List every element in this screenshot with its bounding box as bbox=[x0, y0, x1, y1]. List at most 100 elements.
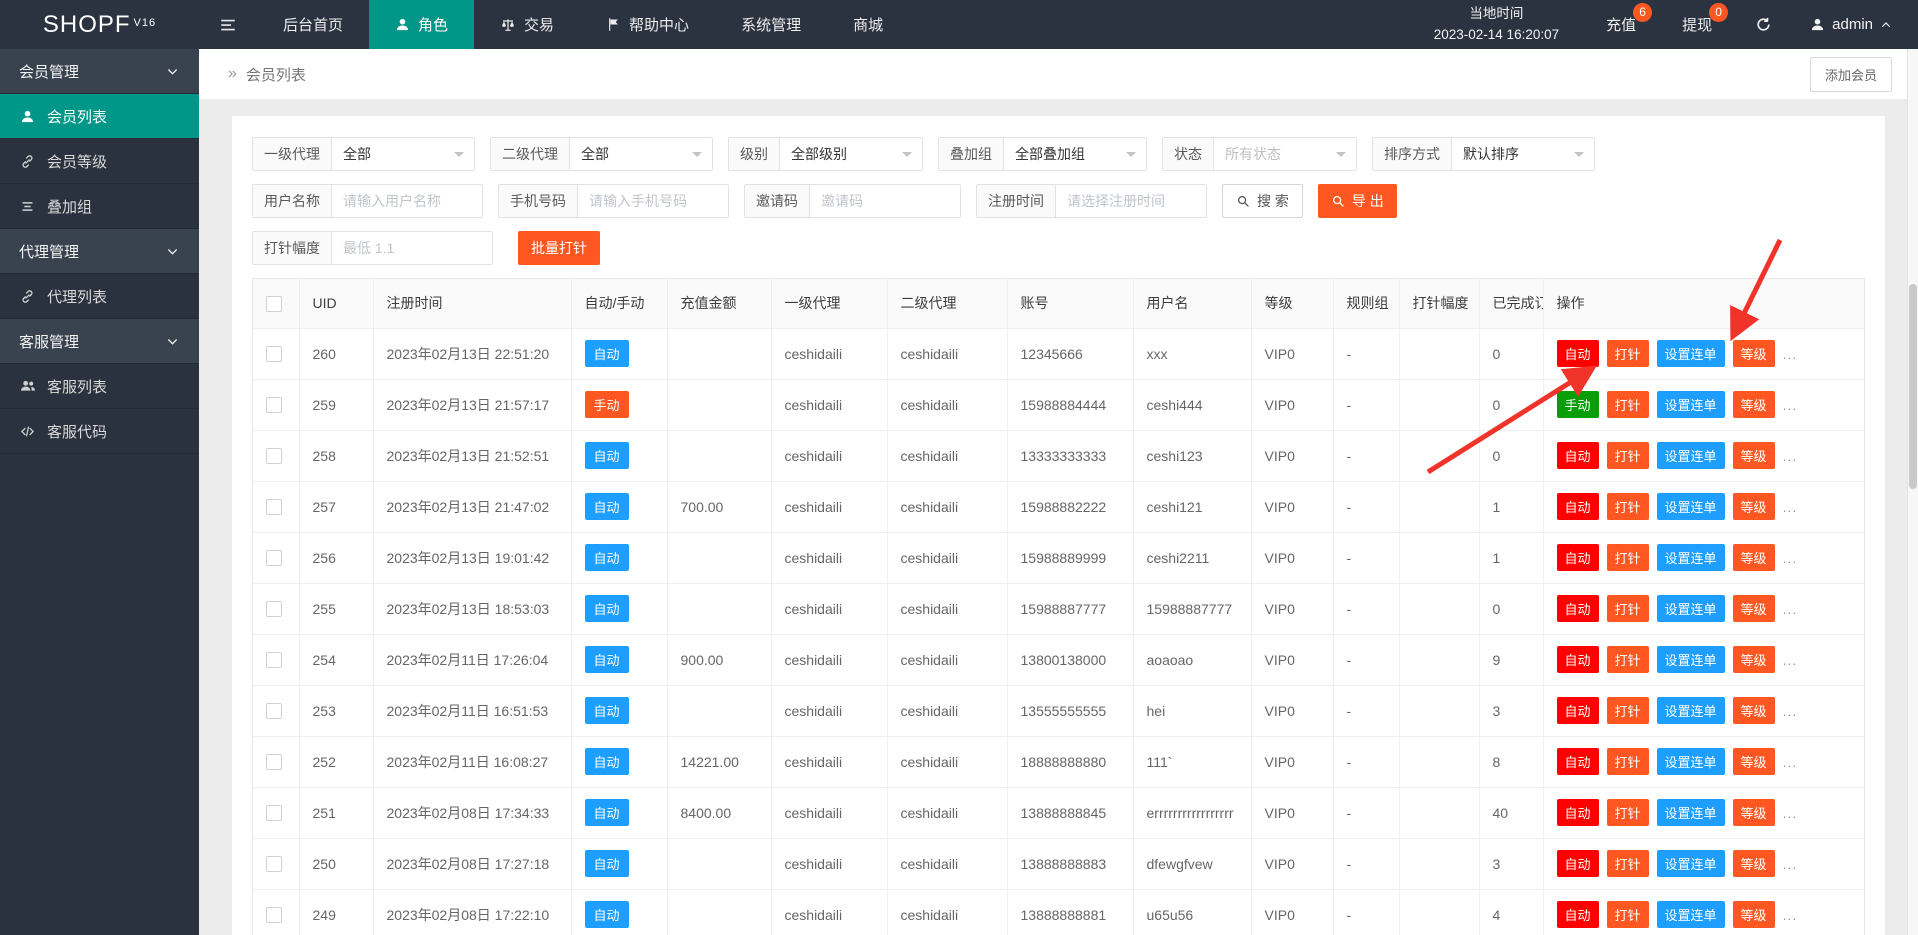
needle-button[interactable]: 打针 bbox=[1607, 442, 1649, 469]
needle-range-input[interactable] bbox=[332, 232, 492, 264]
sidebar-item-agent-list[interactable]: 代理列表 bbox=[0, 274, 199, 319]
batch-needle-button[interactable]: 批量打针 bbox=[518, 231, 600, 265]
set-chain-order-button[interactable]: 设置连单 bbox=[1657, 799, 1725, 826]
user-menu[interactable]: admin bbox=[1792, 0, 1918, 49]
filter-select-value[interactable]: 所有状态 bbox=[1214, 138, 1356, 170]
more-actions-button[interactable]: ... bbox=[1783, 601, 1798, 617]
needle-button[interactable]: 打针 bbox=[1607, 799, 1649, 826]
vertical-scrollbar[interactable] bbox=[1907, 49, 1918, 935]
more-actions-button[interactable]: ... bbox=[1783, 805, 1798, 821]
filter-select-value[interactable]: 全部 bbox=[332, 138, 474, 170]
add-member-button[interactable]: 添加会员 bbox=[1810, 57, 1892, 92]
row-checkbox[interactable] bbox=[266, 346, 282, 362]
needle-button[interactable]: 打针 bbox=[1607, 850, 1649, 877]
row-checkbox[interactable] bbox=[266, 856, 282, 872]
withdraw-button[interactable]: 提现 0 bbox=[1659, 0, 1735, 49]
nav-item-backend-home[interactable]: 后台首页 bbox=[257, 0, 369, 49]
needle-button[interactable]: 打针 bbox=[1607, 391, 1649, 418]
set-chain-order-button[interactable]: 设置连单 bbox=[1657, 340, 1725, 367]
refresh-button[interactable] bbox=[1735, 0, 1792, 49]
level-button[interactable]: 等级 bbox=[1733, 544, 1775, 571]
needle-button[interactable]: 打针 bbox=[1607, 748, 1649, 775]
level-button[interactable]: 等级 bbox=[1733, 748, 1775, 775]
more-actions-button[interactable]: ... bbox=[1783, 550, 1798, 566]
more-actions-button[interactable]: ... bbox=[1783, 397, 1798, 413]
set-chain-order-button[interactable]: 设置连单 bbox=[1657, 901, 1725, 928]
toggle-mode-button[interactable]: 自动 bbox=[1557, 442, 1599, 469]
more-actions-button[interactable]: ... bbox=[1783, 754, 1798, 770]
more-actions-button[interactable]: ... bbox=[1783, 448, 1798, 464]
nav-item-role[interactable]: 角色 bbox=[369, 0, 474, 49]
filter-text-input[interactable] bbox=[578, 185, 728, 217]
sidebar-group-member-management[interactable]: 会员管理 bbox=[0, 49, 199, 94]
toggle-mode-button[interactable]: 自动 bbox=[1557, 799, 1599, 826]
sidebar-item-service-code[interactable]: 客服代码 bbox=[0, 409, 199, 454]
toggle-mode-button[interactable]: 手动 bbox=[1557, 391, 1599, 418]
more-actions-button[interactable]: ... bbox=[1783, 499, 1798, 515]
select-all-checkbox[interactable] bbox=[266, 296, 282, 312]
nav-item-help-center[interactable]: 帮助中心 bbox=[580, 0, 715, 49]
level-button[interactable]: 等级 bbox=[1733, 340, 1775, 367]
level-button[interactable]: 等级 bbox=[1733, 595, 1775, 622]
more-actions-button[interactable]: ... bbox=[1783, 907, 1798, 923]
toggle-mode-button[interactable]: 自动 bbox=[1557, 544, 1599, 571]
filter-select-value[interactable]: 全部级别 bbox=[780, 138, 922, 170]
search-button[interactable]: 搜 索 bbox=[1222, 184, 1303, 218]
needle-button[interactable]: 打针 bbox=[1607, 901, 1649, 928]
row-checkbox[interactable] bbox=[266, 703, 282, 719]
set-chain-order-button[interactable]: 设置连单 bbox=[1657, 646, 1725, 673]
level-button[interactable]: 等级 bbox=[1733, 697, 1775, 724]
filter-text-input[interactable] bbox=[810, 185, 960, 217]
level-button[interactable]: 等级 bbox=[1733, 646, 1775, 673]
level-button[interactable]: 等级 bbox=[1733, 799, 1775, 826]
toggle-mode-button[interactable]: 自动 bbox=[1557, 646, 1599, 673]
toggle-mode-button[interactable]: 自动 bbox=[1557, 748, 1599, 775]
row-checkbox[interactable] bbox=[266, 550, 282, 566]
set-chain-order-button[interactable]: 设置连单 bbox=[1657, 544, 1725, 571]
sidebar-group-agent-management[interactable]: 代理管理 bbox=[0, 229, 199, 274]
filter-text-input[interactable] bbox=[1056, 185, 1206, 217]
set-chain-order-button[interactable]: 设置连单 bbox=[1657, 748, 1725, 775]
needle-button[interactable]: 打针 bbox=[1607, 493, 1649, 520]
filter-select-value[interactable]: 默认排序 bbox=[1452, 138, 1594, 170]
row-checkbox[interactable] bbox=[266, 805, 282, 821]
set-chain-order-button[interactable]: 设置连单 bbox=[1657, 850, 1725, 877]
needle-button[interactable]: 打针 bbox=[1607, 697, 1649, 724]
level-button[interactable]: 等级 bbox=[1733, 391, 1775, 418]
level-button[interactable]: 等级 bbox=[1733, 901, 1775, 928]
needle-button[interactable]: 打针 bbox=[1607, 646, 1649, 673]
filter-select-value[interactable]: 全部叠加组 bbox=[1004, 138, 1146, 170]
sidebar-item-member-list[interactable]: 会员列表 bbox=[0, 94, 199, 139]
scrollbar-thumb[interactable] bbox=[1909, 284, 1917, 489]
row-checkbox[interactable] bbox=[266, 601, 282, 617]
row-checkbox[interactable] bbox=[266, 397, 282, 413]
needle-button[interactable]: 打针 bbox=[1607, 544, 1649, 571]
filter-text-input[interactable] bbox=[332, 185, 482, 217]
level-button[interactable]: 等级 bbox=[1733, 850, 1775, 877]
sidebar-item-stack-group[interactable]: 叠加组 bbox=[0, 184, 199, 229]
set-chain-order-button[interactable]: 设置连单 bbox=[1657, 697, 1725, 724]
level-button[interactable]: 等级 bbox=[1733, 442, 1775, 469]
set-chain-order-button[interactable]: 设置连单 bbox=[1657, 493, 1725, 520]
filter-select-value[interactable]: 全部 bbox=[570, 138, 712, 170]
sidebar-item-member-level[interactable]: 会员等级 bbox=[0, 139, 199, 184]
toggle-mode-button[interactable]: 自动 bbox=[1557, 493, 1599, 520]
toggle-mode-button[interactable]: 自动 bbox=[1557, 697, 1599, 724]
more-actions-button[interactable]: ... bbox=[1783, 652, 1798, 668]
export-button[interactable]: 导 出 bbox=[1318, 184, 1397, 218]
nav-item-mall[interactable]: 商城 bbox=[827, 0, 909, 49]
toggle-mode-button[interactable]: 自动 bbox=[1557, 901, 1599, 928]
toggle-mode-button[interactable]: 自动 bbox=[1557, 595, 1599, 622]
row-checkbox[interactable] bbox=[266, 499, 282, 515]
set-chain-order-button[interactable]: 设置连单 bbox=[1657, 391, 1725, 418]
row-checkbox[interactable] bbox=[266, 652, 282, 668]
nav-item-system-management[interactable]: 系统管理 bbox=[715, 0, 827, 49]
nav-item-trade[interactable]: 交易 bbox=[474, 0, 580, 49]
sidebar-item-service-list[interactable]: 客服列表 bbox=[0, 364, 199, 409]
set-chain-order-button[interactable]: 设置连单 bbox=[1657, 442, 1725, 469]
row-checkbox[interactable] bbox=[266, 754, 282, 770]
toggle-mode-button[interactable]: 自动 bbox=[1557, 850, 1599, 877]
more-actions-button[interactable]: ... bbox=[1783, 703, 1798, 719]
level-button[interactable]: 等级 bbox=[1733, 493, 1775, 520]
more-actions-button[interactable]: ... bbox=[1783, 346, 1798, 362]
